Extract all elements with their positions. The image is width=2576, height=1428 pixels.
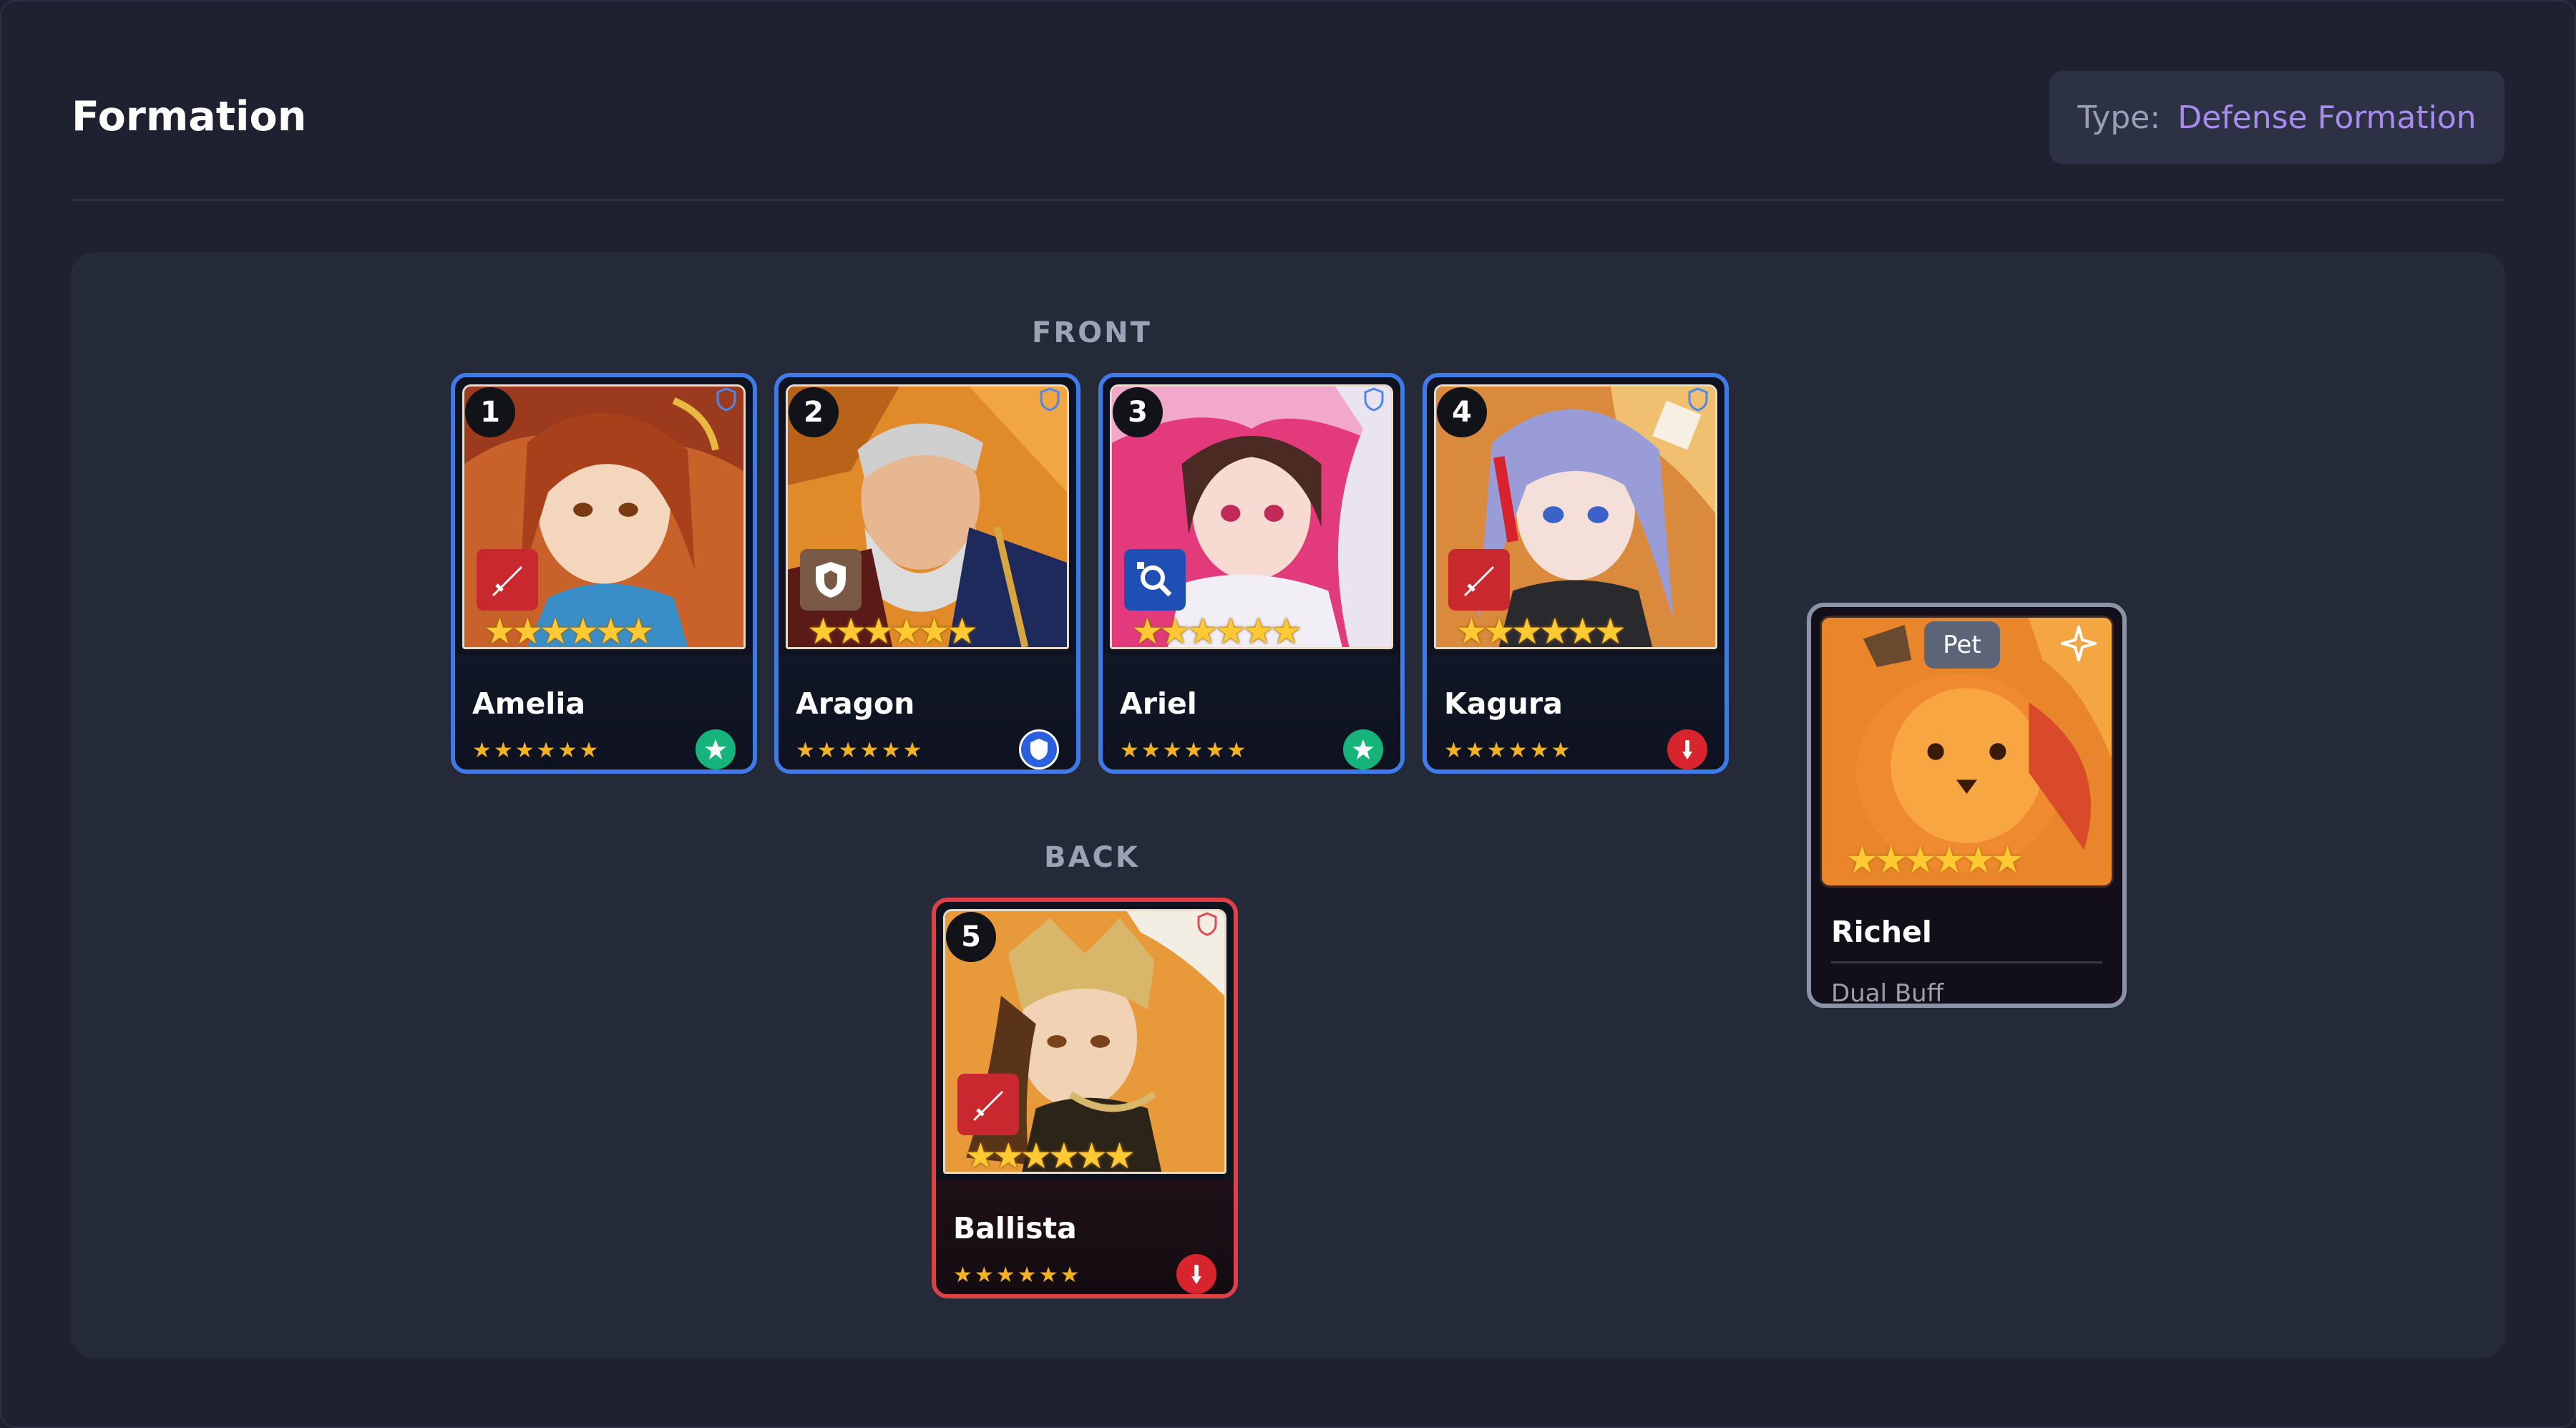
hero-name: Ballista [953, 1211, 1077, 1245]
slot-number: 1 [465, 387, 515, 437]
type-value: Defense Formation [2177, 99, 2477, 136]
shield-icon [800, 549, 862, 611]
hero-info: Ariel ★★★★★★ [1103, 655, 1400, 769]
hero-info: Amelia ★★★★★★ [455, 655, 753, 769]
art-star-rating: ★★★★★★ [965, 1135, 1136, 1177]
hero-name: Aragon [796, 686, 915, 721]
star-icon [696, 729, 736, 769]
shield-icon [716, 387, 736, 412]
pet-name: Richel [1831, 915, 1932, 949]
star-rating: ★★★★★★ [1120, 738, 1249, 763]
hero-info: Aragon ★★★★★★ [779, 655, 1076, 769]
shield-icon [1019, 729, 1059, 769]
page-title: Formation [72, 93, 307, 140]
slot-number: 3 [1113, 387, 1163, 437]
shield-icon [1364, 387, 1384, 412]
art-star-rating: ★★★★★★ [484, 611, 655, 652]
hero-name: Ariel [1120, 686, 1197, 721]
star-rating: ★★★★★★ [472, 738, 601, 763]
slot-number: 4 [1437, 387, 1487, 437]
back-row-label: BACK [1044, 841, 1140, 874]
sword-icon [477, 549, 538, 611]
hero-card-aragon[interactable]: 2 ★★★★★★ Aragon ★★★★★★ [774, 373, 1080, 774]
hero-card-kagura[interactable]: 4 ★★★★★★ Kagura ★★★★★★ [1423, 373, 1729, 774]
art-star-rating: ★★★★★★ [1455, 611, 1626, 652]
hero-card-ariel[interactable]: 3 ★★★★★★ Ariel ★★★★★★ [1098, 373, 1405, 774]
star-rating: ★★★★★★ [953, 1263, 1082, 1288]
sparkle-icon [2061, 626, 2097, 661]
pet-skill: Dual Buff [1831, 979, 1944, 1008]
hero-card-amelia[interactable]: 1 ★★★★★★ Amelia ★★★★★★ [451, 373, 757, 774]
pet-tag: Pet [1924, 621, 2000, 669]
sword-icon [1448, 549, 1510, 611]
slot-number: 5 [946, 912, 996, 962]
shield-icon [1040, 387, 1060, 412]
pet-card-richel[interactable]: Pet ★★★★★★ Richel Dual Buff [1807, 603, 2127, 1008]
exclamation-icon [1176, 1254, 1216, 1294]
pet-divider [1831, 961, 2102, 963]
hero-card-ballista[interactable]: 5 ★★★★★★ Ballista ★★★★★★ [932, 898, 1238, 1298]
shield-icon [1688, 387, 1708, 412]
shield-icon [1197, 912, 1217, 936]
front-row-label: FRONT [1032, 316, 1152, 349]
formation-type-selector[interactable]: Type: Defense Formation [2049, 71, 2504, 164]
pet-art-star-rating: ★★★★★★ [1845, 839, 2024, 882]
magnifier-icon [1124, 549, 1186, 611]
hero-name: Amelia [472, 686, 586, 721]
hero-name: Kagura [1444, 686, 1563, 721]
star-rating: ★★★★★★ [796, 738, 924, 763]
star-icon [1343, 729, 1383, 769]
slot-number: 2 [789, 387, 839, 437]
hero-info: Ballista ★★★★★★ [936, 1180, 1234, 1294]
hero-info: Kagura ★★★★★★ [1427, 655, 1724, 769]
exclamation-icon [1667, 729, 1707, 769]
star-rating: ★★★★★★ [1444, 738, 1573, 763]
sword-icon [957, 1074, 1019, 1135]
header-divider [72, 199, 2504, 201]
art-star-rating: ★★★★★★ [807, 611, 978, 652]
art-star-rating: ★★★★★★ [1131, 611, 1302, 652]
type-label: Type: [2077, 99, 2161, 136]
